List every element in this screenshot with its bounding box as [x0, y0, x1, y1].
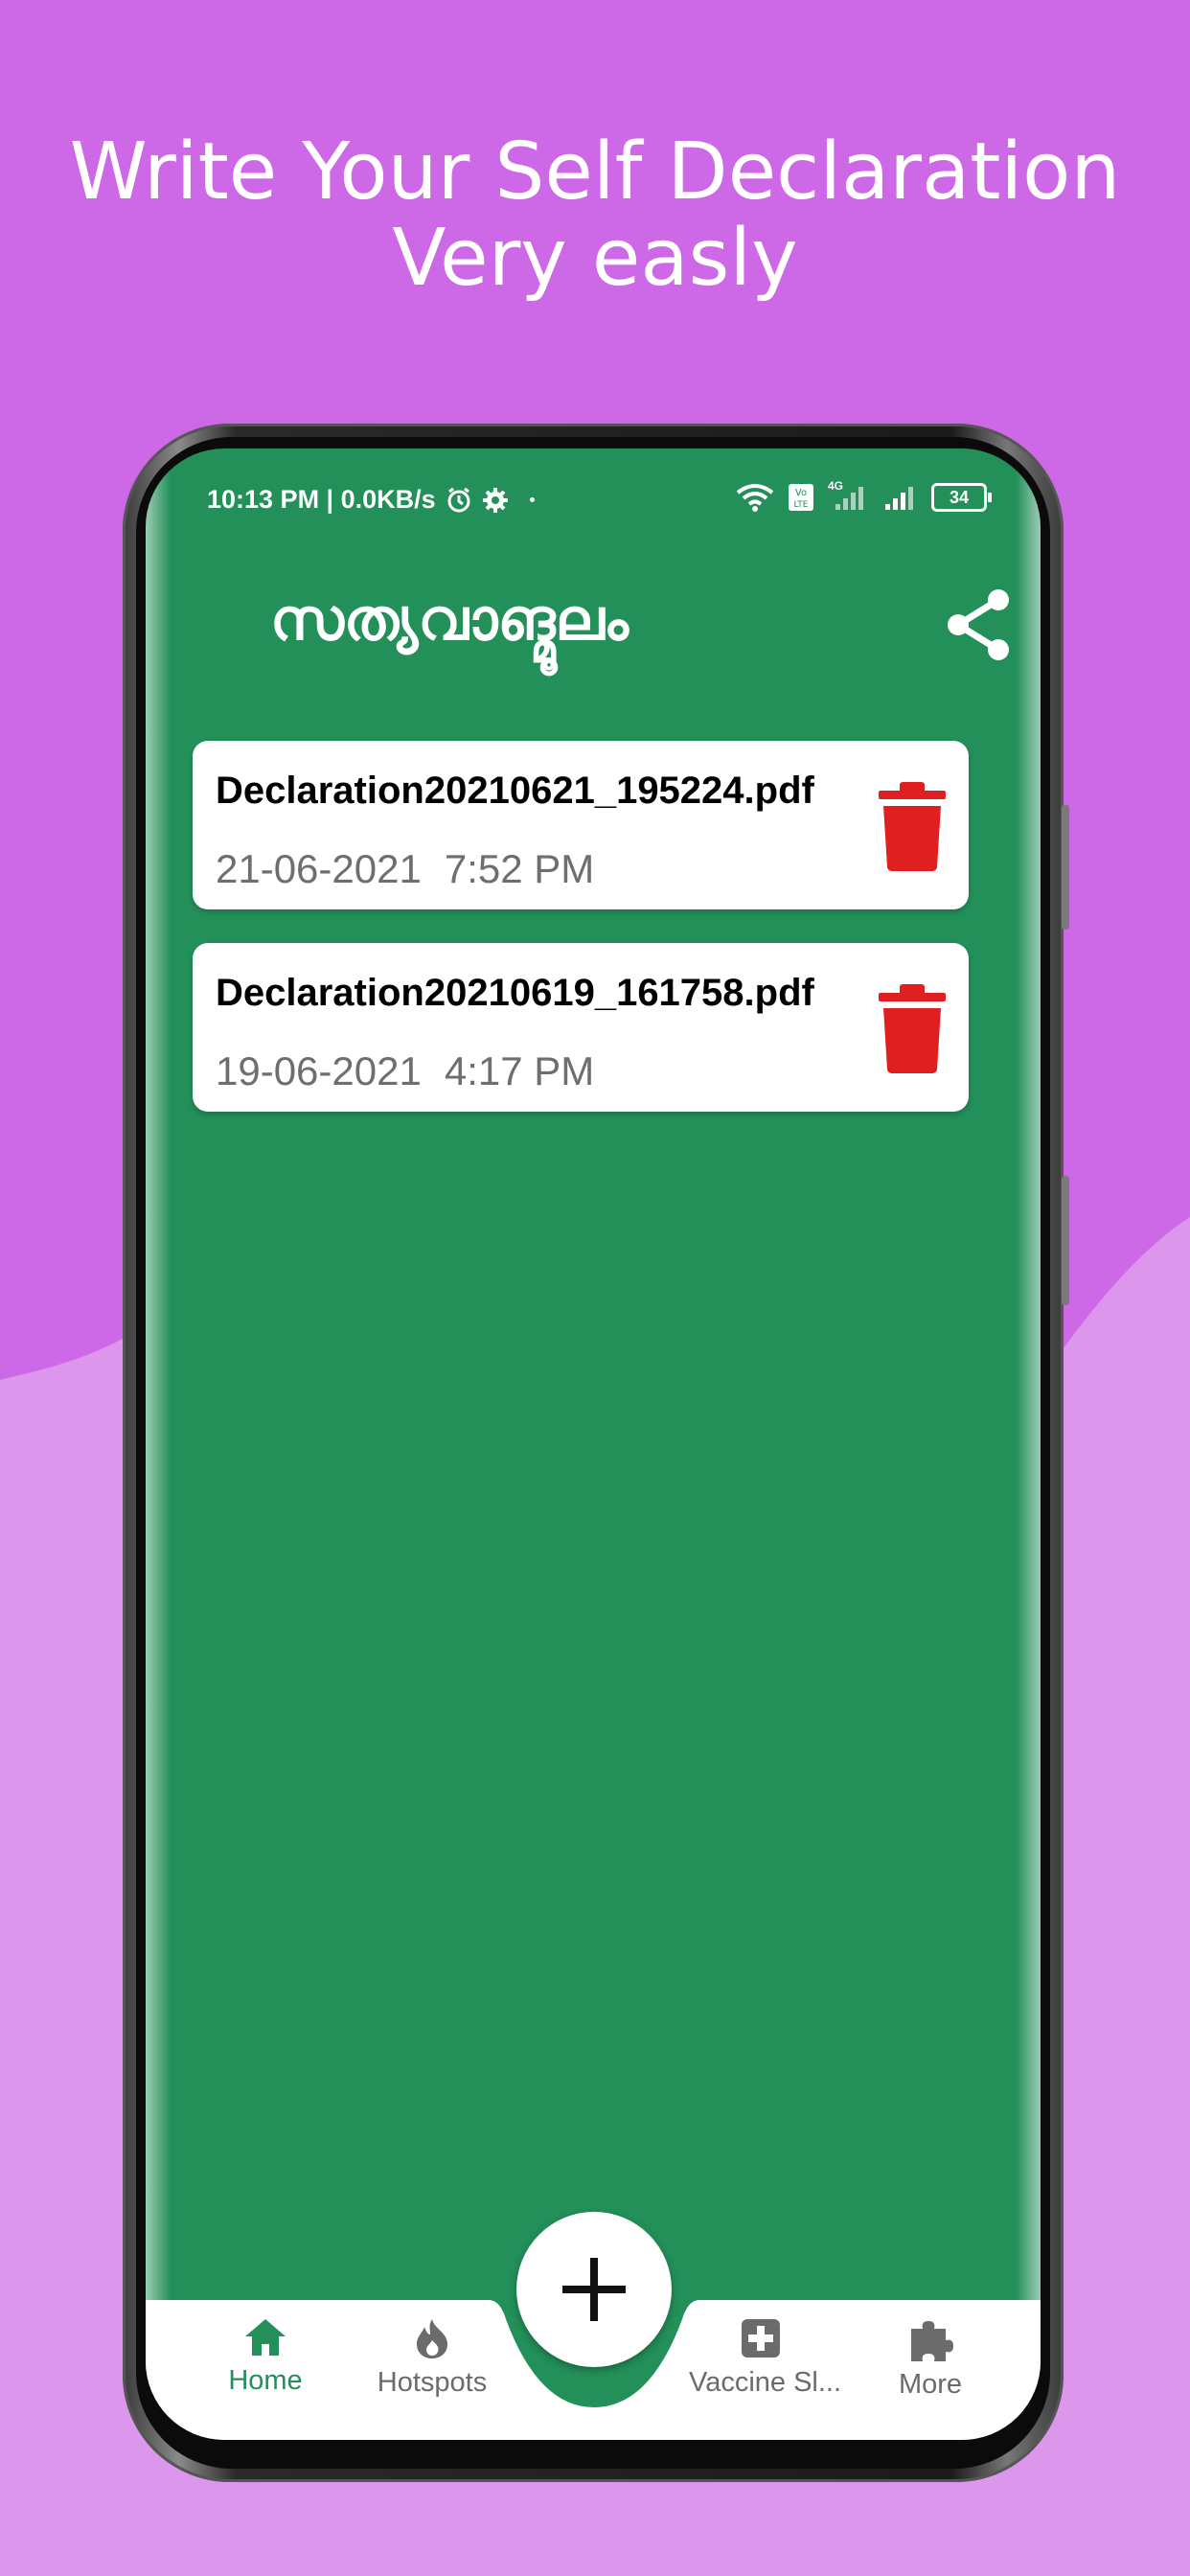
file-name: Declaration20210621_195224.pdf — [216, 770, 814, 812]
nav-home-label: Home — [228, 2365, 303, 2396]
medical-cross-icon — [742, 2319, 780, 2358]
nav-home[interactable]: Home — [194, 2317, 337, 2397]
status-time: 10:13 PM | 0.0KB/s — [207, 485, 436, 514]
alarm-icon — [447, 487, 470, 512]
promo-line-2: Very easly — [392, 213, 798, 304]
file-card[interactable]: Declaration20210619_161758.pdf 19-06-202… — [193, 943, 969, 1112]
svg-text:LTE: LTE — [794, 500, 809, 510]
file-card[interactable]: Declaration20210621_195224.pdf 21-06-202… — [193, 741, 969, 909]
file-name: Declaration20210619_161758.pdf — [216, 972, 814, 1014]
add-declaration-button[interactable] — [516, 2212, 672, 2367]
plus-icon — [562, 2258, 626, 2321]
svg-text:Vo: Vo — [795, 488, 807, 498]
volte-icon: Vo LTE — [789, 484, 813, 511]
nav-more-label: More — [898, 2369, 963, 2400]
delete-trash-icon[interactable] — [879, 981, 946, 1073]
puzzle-icon — [911, 2321, 953, 2361]
battery-indicator: 34 — [931, 483, 992, 512]
promo-line-1: Write Your Self Declaration — [69, 126, 1121, 218]
promo-headline: Write Your Self Declaration Very easly — [0, 129, 1190, 302]
notification-dot — [529, 497, 535, 502]
settings-gear-icon — [482, 487, 508, 513]
phone-screen: 10:13 PM | 0.0KB/s Vo LTE 4G 34 സത്യവാങ്… — [146, 448, 1041, 2440]
nav-hotspots-label: Hotspots — [377, 2367, 488, 2398]
app-title: സത്യവാങ്മൂലം — [270, 586, 629, 654]
home-icon — [245, 2319, 286, 2356]
nav-hotspots[interactable]: Hotspots — [360, 2317, 504, 2399]
nav-vaccine-label: Vaccine Sl... — [689, 2367, 842, 2398]
flame-icon — [417, 2319, 447, 2358]
signal-4g: 4G — [828, 479, 870, 512]
delete-trash-icon[interactable] — [879, 779, 946, 871]
nav-vaccine-slot[interactable]: Vaccine Sl... — [689, 2317, 841, 2399]
nav-more[interactable]: More — [858, 2317, 1002, 2401]
file-date: 19-06-2021 4:17 PM — [216, 1048, 595, 1093]
file-date: 21-06-2021 7:52 PM — [216, 846, 595, 891]
wifi-icon — [736, 484, 774, 512]
status-bar-left: 10:13 PM | 0.0KB/s — [207, 485, 535, 515]
share-icon[interactable] — [943, 586, 1016, 663]
signal-icon — [885, 487, 913, 510]
status-bar-right: Vo LTE 4G 34 — [736, 479, 992, 512]
